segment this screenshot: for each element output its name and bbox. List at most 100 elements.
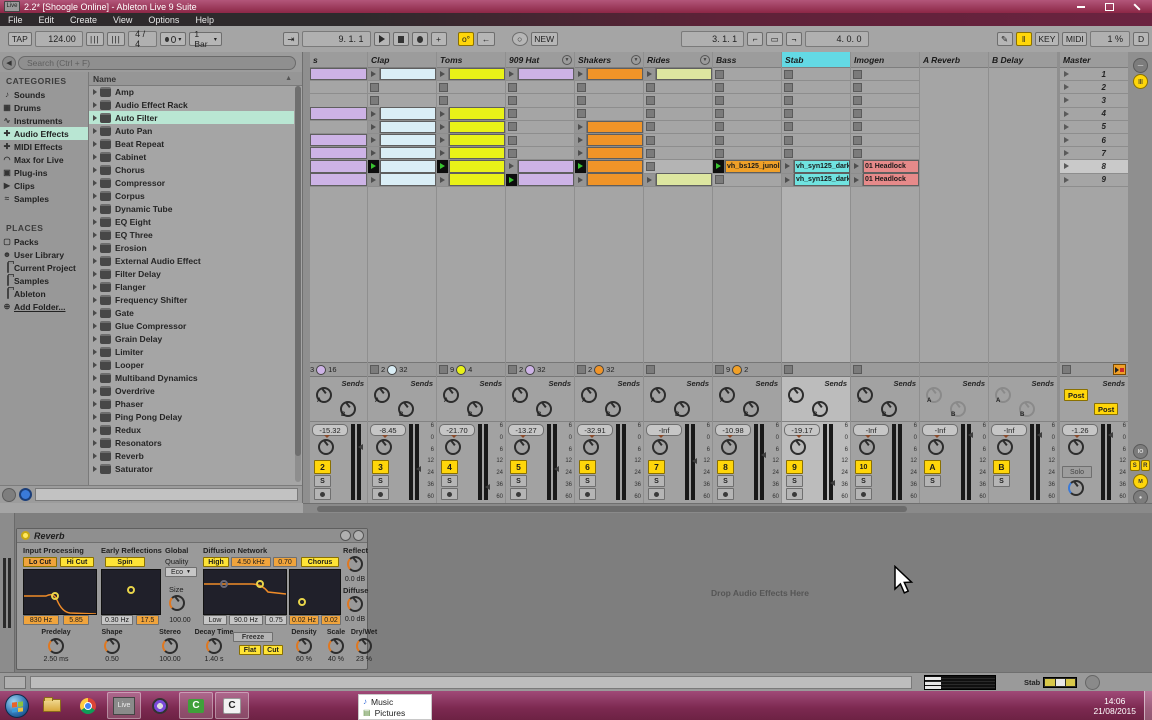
- clip-slot[interactable]: [310, 94, 367, 108]
- close-button[interactable]: [1124, 1, 1150, 12]
- clip-slot[interactable]: [506, 94, 574, 108]
- send-a-knob[interactable]: A: [650, 387, 666, 404]
- stop-button[interactable]: [392, 32, 409, 46]
- browser-device-saturator[interactable]: Saturator: [89, 462, 294, 475]
- volume-value[interactable]: -15.32: [312, 424, 348, 436]
- scene-play-icon[interactable]: [1064, 110, 1069, 117]
- sidebar-item-samples[interactable]: Samples: [0, 274, 88, 287]
- clip-stop-button[interactable]: [784, 95, 793, 105]
- follow-actions-button[interactable]: ‖: [1015, 32, 1032, 46]
- fold-arrow-icon[interactable]: [93, 322, 97, 329]
- reverb-knob-stereo[interactable]: Stereo 100.00: [145, 629, 195, 663]
- reverb-knob-predelay[interactable]: Predelay 2.50 ms: [31, 629, 81, 663]
- clip-slot[interactable]: [575, 67, 643, 82]
- clip-slot[interactable]: [782, 81, 850, 95]
- search-input[interactable]: Search (Ctrl + F): [18, 56, 296, 70]
- clip-stop-button[interactable]: [784, 69, 793, 79]
- clip-play-icon[interactable]: [506, 173, 518, 186]
- clip-slot[interactable]: [575, 173, 643, 187]
- browser-device-limiter[interactable]: Limiter: [89, 345, 294, 358]
- track-stop-all-icon[interactable]: [715, 365, 724, 374]
- solo-button[interactable]: S: [372, 475, 389, 487]
- clip-stop-button[interactable]: [784, 82, 793, 92]
- clip[interactable]: vh_bs125_junol: [725, 160, 781, 173]
- browser-device-glue-compressor[interactable]: Glue Compressor: [89, 319, 294, 332]
- clip-slot[interactable]: [310, 160, 367, 174]
- clip-slot[interactable]: [644, 121, 712, 134]
- clip[interactable]: [310, 133, 367, 147]
- clip-stop-button[interactable]: [715, 122, 724, 132]
- track-fold-icon[interactable]: ▼: [700, 54, 710, 65]
- scene-play-icon[interactable]: [1064, 123, 1069, 130]
- clip-slot[interactable]: [368, 120, 436, 134]
- sidebar-item-add-folder-[interactable]: ⊕ Add Folder...: [0, 300, 88, 313]
- clip-stop-button[interactable]: [715, 69, 724, 79]
- send-b-knob[interactable]: B: [812, 401, 828, 418]
- track-activator[interactable]: 8: [717, 460, 734, 474]
- track-header-master[interactable]: Master: [1060, 52, 1128, 68]
- loop-start-field[interactable]: 3. 1. 1: [680, 31, 745, 47]
- clip-slot[interactable]: [575, 120, 643, 134]
- clip-stop-button[interactable]: [715, 95, 724, 105]
- clip-slot[interactable]: [310, 173, 367, 187]
- track-header-s[interactable]: s: [310, 52, 367, 68]
- scene-8[interactable]: 8: [1060, 160, 1128, 174]
- clip-slot[interactable]: [506, 147, 574, 161]
- clip-slot[interactable]: [644, 147, 712, 161]
- punch-out-button[interactable]: ¬: [786, 32, 803, 46]
- chorus-button[interactable]: Chorus: [301, 557, 339, 567]
- fold-arrow-icon[interactable]: [93, 270, 97, 277]
- clip[interactable]: [380, 146, 436, 160]
- track-activator[interactable]: 7: [648, 460, 665, 474]
- hi-cut-button[interactable]: Hi Cut: [60, 557, 94, 567]
- volume-value[interactable]: -1.26: [1062, 424, 1098, 436]
- sidebar-item-instruments[interactable]: ∿ Instruments: [0, 114, 88, 127]
- clip-slot[interactable]: [782, 134, 850, 148]
- lo-cut-button[interactable]: Lo Cut: [23, 557, 57, 567]
- volume-value[interactable]: -Inf: [991, 424, 1027, 436]
- browser-device-external-audio-effect[interactable]: External Audio Effect: [89, 254, 294, 267]
- minimize-button[interactable]: [1068, 1, 1094, 12]
- clip-play-icon[interactable]: [368, 107, 380, 120]
- clip[interactable]: [380, 160, 436, 173]
- track-fold-icon[interactable]: ▼: [562, 54, 572, 65]
- record-button[interactable]: [411, 32, 428, 46]
- browser-device-dynamic-tube[interactable]: Dynamic Tube: [89, 202, 294, 215]
- pan-knob[interactable]: [790, 439, 806, 455]
- follow-button[interactable]: ⇥: [282, 32, 299, 46]
- clip-stop-button[interactable]: [508, 95, 517, 105]
- solo-button[interactable]: S: [993, 475, 1010, 487]
- clip-play-icon[interactable]: [368, 120, 380, 133]
- browser-device-looper[interactable]: Looper: [89, 358, 294, 371]
- clip-stop-button[interactable]: [853, 69, 862, 79]
- browser-device-eq-three[interactable]: EQ Three: [89, 228, 294, 241]
- fold-arrow-icon[interactable]: [93, 101, 97, 108]
- clip-stop-button[interactable]: [853, 109, 862, 119]
- clip-slot[interactable]: [506, 67, 574, 82]
- clip-slot[interactable]: [310, 81, 367, 95]
- clip-slot[interactable]: [713, 147, 781, 161]
- taskbar-chrome-button[interactable]: [71, 692, 105, 719]
- clip-play-icon[interactable]: [368, 173, 380, 186]
- clip-stop-button[interactable]: [715, 148, 724, 158]
- browser-device-resonators[interactable]: Resonators: [89, 436, 294, 449]
- clip-slot[interactable]: 01 Headlock: [851, 160, 919, 174]
- volume-value[interactable]: -Inf: [646, 424, 682, 436]
- browser-device-compressor[interactable]: Compressor: [89, 176, 294, 189]
- browser-device-redux[interactable]: Redux: [89, 423, 294, 436]
- clip[interactable]: [518, 173, 574, 186]
- clip-play-icon[interactable]: [437, 160, 449, 173]
- clip-play-icon[interactable]: [437, 147, 449, 160]
- jumplist-item-music[interactable]: ♪ Music: [363, 697, 431, 707]
- clip-slot[interactable]: vh_syn125_dark: [782, 173, 850, 187]
- input-filter-display[interactable]: [23, 569, 97, 615]
- clip-play-icon[interactable]: [506, 160, 518, 173]
- send-b-knob[interactable]: B: [536, 401, 552, 418]
- solo-button[interactable]: S: [717, 475, 734, 487]
- pan-knob[interactable]: [1068, 439, 1084, 455]
- send-b-knob[interactable]: B: [743, 401, 759, 418]
- clip-play-icon[interactable]: [506, 68, 518, 81]
- pan-knob[interactable]: [652, 439, 668, 455]
- clip-slot[interactable]: 01 Headlock: [851, 173, 919, 187]
- sidebar-item-max-for-live[interactable]: ◠ Max for Live: [0, 153, 88, 166]
